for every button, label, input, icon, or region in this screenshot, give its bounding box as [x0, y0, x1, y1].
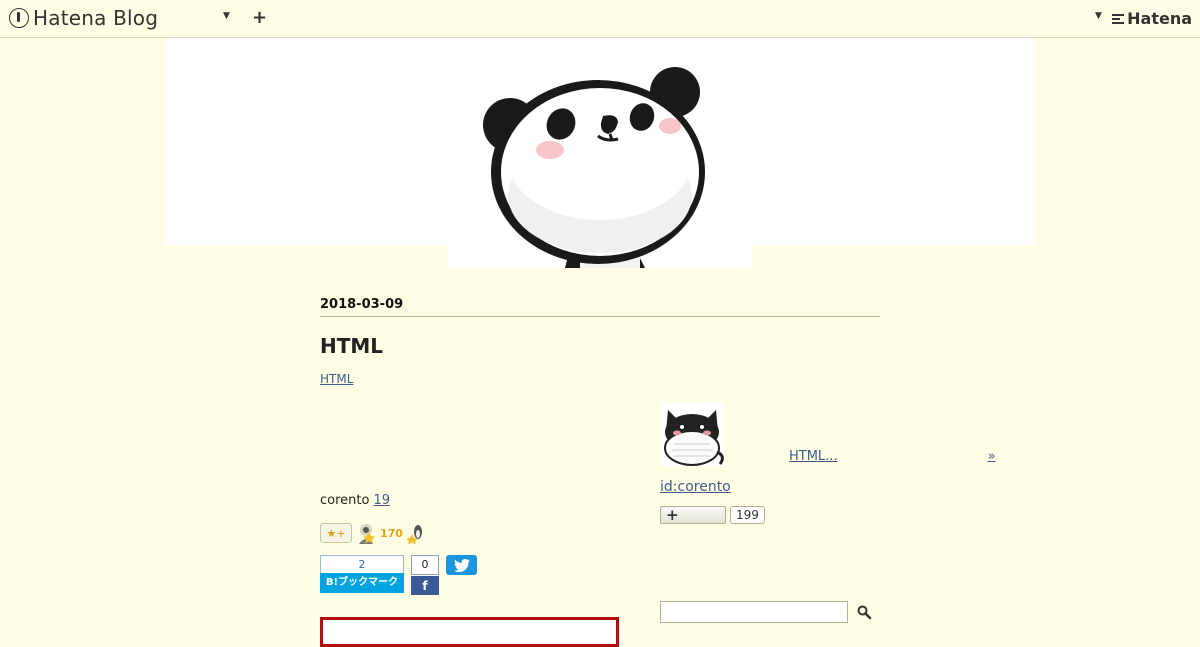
star-widget: ★+ 170: [320, 522, 427, 544]
bookmark-label[interactable]: B!ブックマーク: [320, 573, 404, 593]
profile-avatar[interactable]: [660, 402, 724, 466]
category-link[interactable]: HTML: [320, 372, 353, 386]
star-user-avatar-icon[interactable]: [356, 522, 376, 544]
plus-icon[interactable]: +: [252, 7, 267, 28]
hatena-blog-logo[interactable]: Hatena Blog: [9, 6, 158, 30]
search-icon[interactable]: [856, 604, 872, 620]
menu-dropdown-icon[interactable]: ▼: [223, 11, 230, 21]
entry-time-link[interactable]: 19: [373, 493, 390, 508]
author-name[interactable]: corento: [320, 493, 369, 508]
sidebar-link-arrow: »: [987, 449, 996, 464]
panda-illustration: [483, 67, 705, 268]
twitter-share-button[interactable]: [446, 555, 477, 575]
share-buttons: 2 B!ブックマーク 0 f: [320, 555, 477, 595]
sidebar-link-text: HTML...: [789, 449, 838, 464]
subscribe-widget: + 199: [660, 506, 765, 524]
logo-text: Hatena Blog: [33, 6, 159, 30]
facebook-count: 0: [411, 555, 439, 575]
entry-title[interactable]: HTML: [320, 334, 383, 358]
entry-footer: corento 19: [320, 493, 390, 508]
hatena-bookmark-button[interactable]: 2 B!ブックマーク: [320, 555, 404, 595]
star-user-avatar-icon[interactable]: [406, 522, 427, 544]
subscribe-button[interactable]: +: [660, 506, 726, 524]
hatena-pen-icon: [9, 8, 29, 28]
global-header: Hatena Blog ▼ + ▼ Hatena: [0, 0, 1200, 38]
date-divider: [320, 316, 880, 317]
facebook-share-button[interactable]: 0 f: [411, 555, 439, 595]
sidebar-entry-link[interactable]: HTML... »: [789, 449, 996, 464]
entry-date[interactable]: 2018-03-09: [320, 297, 403, 312]
bookmark-count[interactable]: 2: [320, 555, 404, 573]
brand-text: Hatena: [1127, 9, 1192, 28]
star-count[interactable]: 170: [380, 527, 403, 540]
facebook-icon[interactable]: f: [411, 576, 439, 595]
add-star-button[interactable]: ★+: [320, 523, 352, 543]
twitter-bird-icon: [453, 558, 470, 572]
search-input[interactable]: [660, 601, 848, 623]
related-entries-box: [320, 617, 619, 647]
hatena-brand-logo[interactable]: Hatena: [1112, 9, 1192, 28]
hatena-lines-icon: [1112, 13, 1125, 24]
profile-id-link[interactable]: id:corento: [660, 479, 731, 495]
subscriber-count: 199: [730, 506, 765, 524]
user-dropdown-icon[interactable]: ▼: [1095, 11, 1102, 21]
